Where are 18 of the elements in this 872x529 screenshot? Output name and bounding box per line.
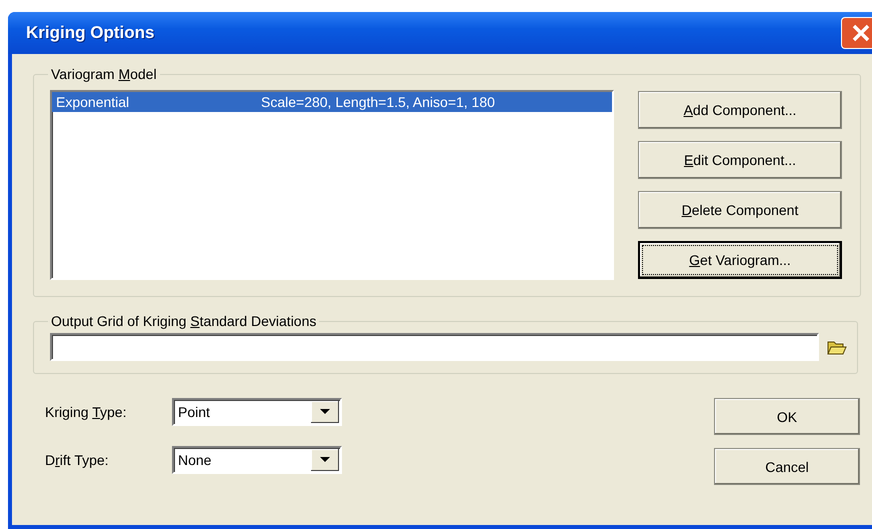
list-item[interactable]: Exponential Scale=280, Length=1.5, Aniso=1, 180 (52, 92, 612, 112)
component-button[interactable]: Edit Component... (638, 141, 842, 179)
window-title: Kriging Options (26, 23, 154, 43)
component-list[interactable]: Exponential Scale=280, Length=1.5, Aniso=1, 180 (50, 90, 614, 280)
output-grid-field[interactable] (50, 333, 819, 361)
dropdown[interactable]: Point (172, 398, 342, 426)
component-button[interactable]: Add Component... (638, 91, 842, 129)
field-label: Drift Type: (45, 452, 110, 468)
dialog-button[interactable]: OK (714, 398, 860, 435)
component-button[interactable]: Delete Component (638, 191, 842, 229)
dropdown[interactable]: None (172, 446, 342, 474)
dialog-button[interactable]: Cancel (714, 448, 860, 485)
folder-icon[interactable] (827, 339, 847, 355)
component-button[interactable]: Get Variogram... (638, 241, 842, 279)
group-label: Variogram Model (50, 66, 158, 82)
field-label: Kriging Type: (45, 404, 128, 420)
close-icon[interactable] (841, 17, 872, 49)
group-label: Output Grid of Kriging Standard Deviations (50, 313, 318, 329)
